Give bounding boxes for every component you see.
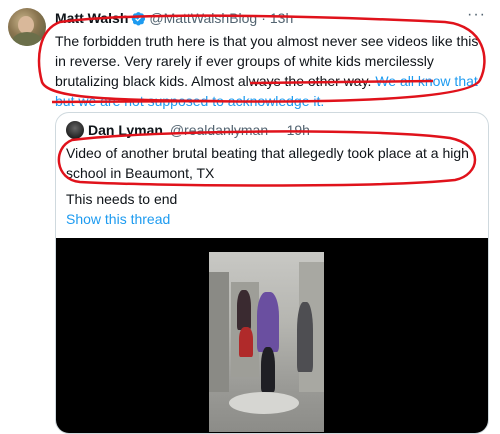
quoted-author-name: Dan Lyman bbox=[88, 122, 163, 138]
quoted-header-separator: · bbox=[275, 122, 280, 138]
person-red-shorts bbox=[239, 327, 253, 357]
quoted-author-handle: @realdanlyman bbox=[169, 122, 269, 138]
quoted-tweet-header: Dan Lyman @realdanlyman · 19h bbox=[88, 122, 310, 138]
person-center-jacket bbox=[257, 292, 279, 352]
verified-badge-icon bbox=[132, 11, 146, 25]
author-handle[interactable]: @MattWalshBlog bbox=[149, 10, 257, 26]
person-left bbox=[237, 290, 251, 330]
quoted-tweet-text: Video of another brutal beating that all… bbox=[66, 145, 469, 181]
person-right bbox=[297, 302, 313, 372]
author-name[interactable]: Matt Walsh bbox=[55, 10, 128, 26]
person-center-legs bbox=[261, 347, 275, 392]
quoted-tweet-time: 19h bbox=[286, 122, 310, 138]
tweet[interactable]: Matt Walsh @MattWalshBlog · 13h ··· The … bbox=[0, 0, 500, 434]
quoted-author-avatar bbox=[66, 121, 84, 139]
video-frame bbox=[209, 252, 324, 432]
author-avatar[interactable] bbox=[8, 8, 46, 46]
more-icon[interactable]: ··· bbox=[467, 6, 486, 24]
tweet-header: Matt Walsh @MattWalshBlog · 13h bbox=[55, 10, 293, 26]
video-player[interactable] bbox=[56, 238, 488, 433]
avatar-body bbox=[12, 32, 42, 46]
header-separator: · bbox=[261, 10, 266, 26]
tweet-text: The forbidden truth here is that you alm… bbox=[55, 31, 485, 111]
quoted-tweet-extra-text: This needs to end bbox=[66, 191, 178, 207]
quoted-tweet[interactable]: Dan Lyman @realdanlyman · 19h Video of a… bbox=[55, 112, 489, 434]
stall-wall-left bbox=[209, 272, 229, 392]
tweet-time[interactable]: 13h bbox=[270, 10, 293, 26]
show-thread-link[interactable]: Show this thread bbox=[66, 209, 170, 229]
person-on-floor bbox=[229, 392, 299, 414]
